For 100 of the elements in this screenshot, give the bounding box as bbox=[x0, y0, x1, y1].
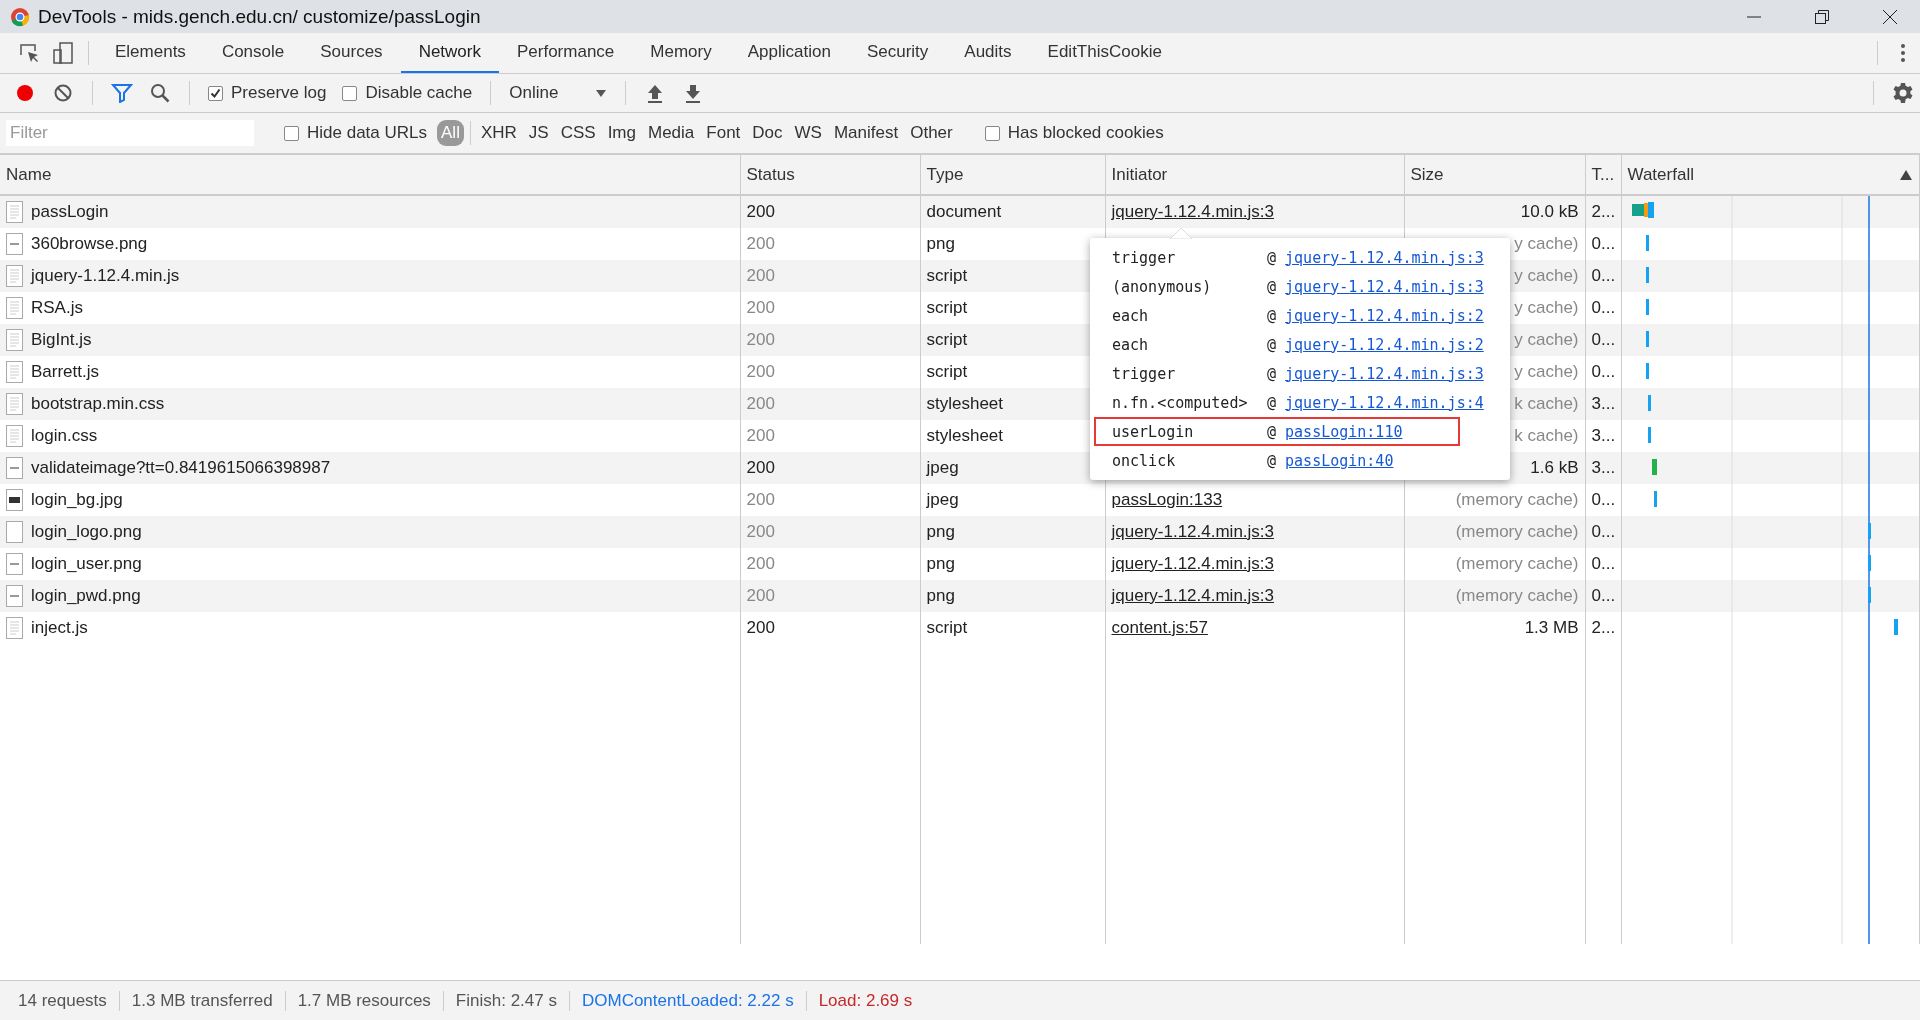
status-text: DOMContentLoaded: 2.22 s bbox=[569, 990, 807, 1011]
resource-type: png bbox=[926, 522, 955, 541]
tab[interactable]: Performance bbox=[499, 33, 633, 73]
at-sign: @ bbox=[1267, 364, 1277, 383]
timing-bar bbox=[1645, 331, 1649, 347]
clear-icon[interactable] bbox=[53, 83, 73, 103]
more-icon[interactable] bbox=[1900, 43, 1906, 63]
checkbox-label[interactable]: Hide data URLs bbox=[307, 123, 427, 143]
size-text: 1.6 kB bbox=[1530, 458, 1579, 477]
source-link[interactable]: jquery-1.12.4.min.js:2 bbox=[1285, 335, 1484, 354]
time-text: 0... bbox=[1591, 554, 1616, 573]
status-code: 200 bbox=[746, 458, 775, 477]
type-filter[interactable]: JS bbox=[524, 120, 553, 146]
column-header[interactable]: Size bbox=[1404, 155, 1585, 195]
upload-icon[interactable] bbox=[646, 83, 665, 103]
filter-field[interactable]: Filter bbox=[6, 120, 254, 146]
column-header[interactable]: Status bbox=[740, 155, 920, 195]
request-name[interactable]: jquery-1.12.4.min.js bbox=[31, 266, 180, 286]
column-header[interactable]: Type bbox=[920, 155, 1105, 195]
source-link[interactable]: jquery-1.12.4.min.js:3 bbox=[1285, 277, 1484, 296]
tab[interactable]: Sources bbox=[302, 33, 401, 73]
status-text: 1.3 MB transferred bbox=[119, 990, 286, 1011]
column-header[interactable]: Name bbox=[0, 155, 740, 195]
tab[interactable]: Console bbox=[203, 33, 303, 73]
resource-type: script bbox=[926, 330, 968, 349]
type-filter[interactable]: XHR bbox=[476, 120, 521, 146]
file-icon bbox=[6, 329, 23, 351]
request-name[interactable]: Barrett.js bbox=[31, 362, 100, 382]
tab[interactable]: Audits bbox=[946, 33, 1030, 73]
restore-icon[interactable] bbox=[1814, 8, 1830, 25]
status-code: 200 bbox=[746, 202, 775, 221]
column-header[interactable]: T... bbox=[1585, 155, 1621, 195]
type-filter[interactable]: Font bbox=[702, 120, 745, 146]
file-icon bbox=[6, 393, 23, 415]
resource-type: document bbox=[926, 202, 1002, 221]
checkbox[interactable] bbox=[208, 85, 223, 101]
type-filter[interactable]: Media bbox=[644, 120, 699, 146]
time-text: 2... bbox=[1591, 202, 1616, 221]
checkbox-label[interactable]: Preserve log bbox=[231, 83, 327, 103]
download-icon[interactable] bbox=[684, 83, 703, 103]
tab[interactable]: EditThisCookie bbox=[1029, 33, 1180, 73]
request-name[interactable]: bootstrap.min.css bbox=[31, 394, 165, 414]
checkbox-label[interactable]: Has blocked cookies bbox=[1007, 123, 1164, 143]
source-link[interactable]: jquery-1.12.4.min.js:2 bbox=[1285, 306, 1484, 325]
type-filter[interactable]: Manifest bbox=[829, 120, 903, 146]
type-filter[interactable]: Img bbox=[603, 120, 640, 146]
device-toolbar-icon[interactable] bbox=[53, 42, 73, 64]
close-icon[interactable] bbox=[1882, 8, 1898, 25]
request-name[interactable]: login_bg.jpg bbox=[31, 490, 123, 510]
timing-bar bbox=[1867, 523, 1871, 539]
type-filter[interactable]: CSS bbox=[556, 120, 600, 146]
request-name[interactable]: 360browse.png bbox=[31, 234, 148, 254]
status-code: 200 bbox=[746, 618, 775, 637]
status-text: Finish: 2.47 s bbox=[443, 990, 570, 1011]
initiator-link[interactable]: passLogin:133 bbox=[1111, 490, 1223, 509]
inspect-icon[interactable] bbox=[19, 43, 39, 63]
file-icon bbox=[6, 457, 23, 479]
source-link[interactable]: jquery-1.12.4.min.js:3 bbox=[1285, 364, 1484, 383]
checkbox[interactable] bbox=[984, 125, 1000, 141]
tab[interactable]: Security bbox=[848, 33, 947, 73]
timing-bar bbox=[1893, 619, 1898, 635]
size-text: k cache) bbox=[1514, 394, 1579, 413]
settings-icon[interactable] bbox=[1892, 82, 1914, 104]
function-name: n.fn.<computed> bbox=[1112, 393, 1249, 412]
request-name[interactable]: login_user.png bbox=[31, 554, 142, 574]
checkbox[interactable] bbox=[284, 125, 299, 141]
tab[interactable]: Application bbox=[729, 33, 849, 73]
column-header[interactable]: Initiator bbox=[1105, 155, 1404, 195]
initiator-link[interactable]: jquery-1.12.4.min.js:3 bbox=[1111, 554, 1275, 573]
tab[interactable]: Memory bbox=[632, 33, 730, 73]
filter-icon[interactable] bbox=[111, 83, 133, 103]
request-name[interactable]: login_pwd.png bbox=[31, 586, 141, 606]
type-filter[interactable]: WS bbox=[790, 120, 826, 146]
file-icon bbox=[6, 521, 23, 543]
request-name[interactable]: passLogin bbox=[31, 202, 109, 222]
request-name[interactable]: inject.js bbox=[31, 618, 88, 638]
tab[interactable]: Elements bbox=[97, 33, 204, 73]
source-link[interactable]: passLogin:40 bbox=[1285, 451, 1394, 470]
record-icon[interactable] bbox=[15, 83, 35, 103]
type-filter[interactable]: Other bbox=[906, 120, 957, 146]
request-name[interactable]: login_logo.png bbox=[31, 522, 142, 542]
source-link[interactable]: passLogin:110 bbox=[1285, 422, 1403, 441]
checkbox-label[interactable]: Disable cache bbox=[365, 83, 473, 103]
throttling-dropdown[interactable]: Online bbox=[503, 83, 614, 103]
function-name: userLogin bbox=[1112, 422, 1195, 441]
size-text: y cache) bbox=[1514, 330, 1579, 349]
timing-bar bbox=[1647, 427, 1651, 443]
status-code: 200 bbox=[746, 330, 775, 349]
initiator-link[interactable]: content.js:57 bbox=[1111, 618, 1208, 637]
request-name[interactable]: BigInt.js bbox=[31, 330, 92, 350]
search-icon[interactable] bbox=[150, 83, 170, 103]
source-link[interactable]: jquery-1.12.4.min.js:4 bbox=[1285, 393, 1484, 412]
source-link[interactable]: jquery-1.12.4.min.js:3 bbox=[1285, 248, 1484, 267]
type-filter[interactable]: Doc bbox=[748, 120, 787, 146]
request-name[interactable]: login.css bbox=[31, 426, 98, 446]
checkbox[interactable] bbox=[342, 85, 358, 101]
status-code: 200 bbox=[746, 586, 775, 605]
request-name[interactable]: RSA.js bbox=[31, 298, 83, 318]
column-header[interactable]: Waterfall bbox=[1621, 155, 1920, 195]
function-name: each bbox=[1112, 335, 1150, 354]
